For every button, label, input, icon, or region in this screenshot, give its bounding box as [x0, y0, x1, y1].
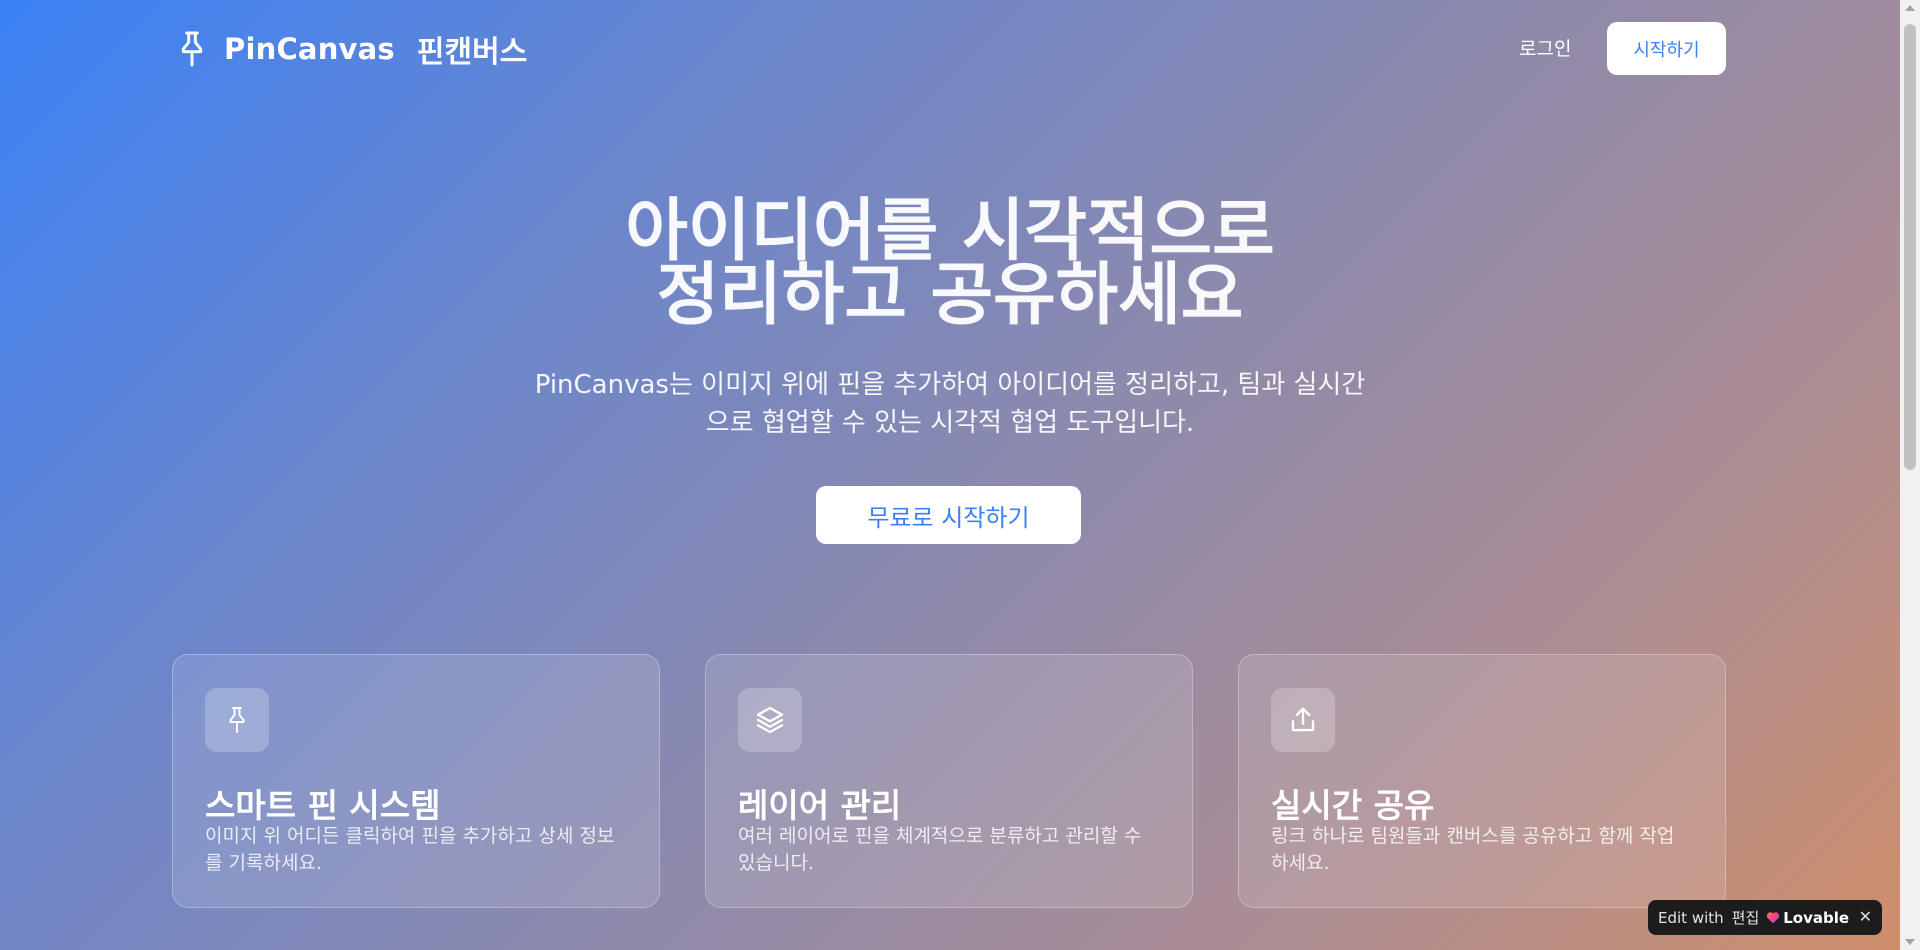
scroll-down-arrow-icon[interactable]	[1905, 939, 1915, 945]
share-icon	[1271, 688, 1335, 752]
feature-description: 여러 레이어로 핀을 체계적으로 분류하고 관리할 수 있습니다.	[738, 825, 1142, 874]
hero-subtitle-line-2: 으로 협업할 수 있는 시각적 협업 도구입니다.	[705, 408, 1195, 438]
feature-title: 스마트 핀 시스템	[205, 786, 441, 825]
logo[interactable]: PinCanvas 핀캔버스	[172, 26, 527, 72]
free-start-button[interactable]: 무료로 시작하기	[816, 486, 1081, 544]
hero-title-line-1: 아이디어를 시각적으로	[625, 192, 1275, 271]
logo-name-korean: 핀캔버스	[416, 35, 528, 70]
feature-description: 링크 하나로 팀원들과 캔버스를 공유하고 함께 작업하세요.	[1271, 825, 1675, 874]
feature-title: 실시간 공유	[1271, 786, 1435, 825]
hero-subtitle: PinCanvas는 이미지 위에 핀을 추가하여 아이디어를 정리하고, 팀과…	[480, 366, 1420, 442]
layers-icon	[738, 688, 802, 752]
scrollbar-thumb[interactable]	[1904, 24, 1916, 470]
badge-brand: Lovable	[1783, 908, 1850, 927]
feature-description: 이미지 위 어디든 클릭하여 핀을 추가하고 상세 정보를 기록하세요.	[205, 825, 615, 874]
start-button[interactable]: 시작하기	[1607, 22, 1726, 75]
feature-card-smart-pin: 스마트 핀 시스템 이미지 위 어디든 클릭하여 핀을 추가하고 상세 정보를 …	[172, 654, 660, 908]
badge-edit-with-text: Edit with	[1658, 908, 1724, 927]
hero-subtitle-line-1: PinCanvas는 이미지 위에 핀을 추가하여 아이디어를 정리하고, 팀과…	[534, 370, 1366, 400]
vertical-scrollbar[interactable]	[1900, 0, 1920, 950]
pin-icon	[172, 26, 212, 72]
scroll-up-arrow-icon[interactable]	[1905, 5, 1915, 11]
logo-name: PinCanvas	[224, 32, 395, 66]
pin-icon	[205, 688, 269, 752]
login-link[interactable]: 로그인	[1519, 34, 1571, 61]
close-icon[interactable]: ✕	[1859, 907, 1872, 926]
hero-title: 아이디어를 시각적으로 정리하고 공유하세요	[460, 192, 1440, 335]
lovable-heart-icon	[1766, 911, 1780, 924]
hero-title-line-2: 정리하고 공유하세요	[656, 256, 1244, 335]
edit-with-lovable-badge[interactable]: Edit with 편집 Lovable ✕	[1648, 900, 1882, 935]
badge-edit-korean-text: 편집	[1731, 909, 1760, 927]
feature-title: 레이어 관리	[738, 786, 902, 825]
feature-card-layers: 레이어 관리 여러 레이어로 핀을 체계적으로 분류하고 관리할 수 있습니다.	[705, 654, 1193, 908]
feature-card-realtime-share: 실시간 공유 링크 하나로 팀원들과 캔버스를 공유하고 함께 작업하세요.	[1238, 654, 1726, 908]
landing-page: PinCanvas 핀캔버스 로그인 시작하기 아이디어를 시각적으로 정리하고…	[0, 0, 1900, 950]
